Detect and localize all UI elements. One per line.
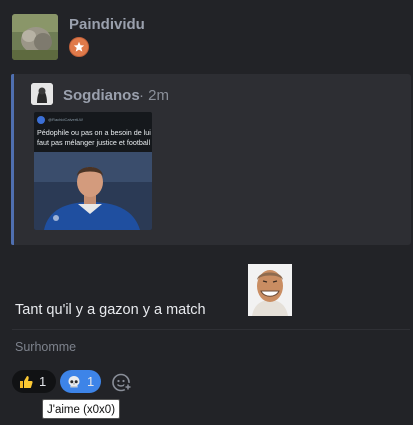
signature-divider bbox=[12, 329, 410, 330]
add-reaction-icon[interactable] bbox=[111, 371, 133, 393]
post-message: Tant qu'il y a gazon y a match bbox=[15, 302, 206, 318]
tweet-avatar bbox=[37, 116, 45, 124]
quoted-post: Sogdianos · 2m @RachidCalvertLW Pédophil… bbox=[11, 74, 411, 245]
quote-timestamp: · 2m bbox=[139, 87, 169, 104]
author-avatar[interactable] bbox=[12, 14, 58, 60]
user-signature: Surhomme bbox=[15, 340, 77, 354]
tweet-header: @RachidCalvertLW bbox=[37, 116, 149, 126]
thumbs-up-count: 1 bbox=[39, 374, 47, 389]
skull-icon bbox=[67, 375, 81, 389]
quote-accent-bar bbox=[11, 74, 14, 245]
tweet-screenshot[interactable]: @RachidCalvertLW Pédophile ou pas on a b… bbox=[34, 112, 152, 230]
author-name[interactable]: Paindividu bbox=[69, 16, 145, 33]
laughing-man-sticker bbox=[248, 264, 292, 316]
tweet-text: Pédophile ou pas on a besoin de lui faut… bbox=[37, 128, 151, 147]
tweet-handle: @RachidCalvertLW bbox=[48, 117, 83, 122]
tweet-photo bbox=[34, 152, 152, 230]
skull-count: 1 bbox=[87, 374, 95, 389]
reaction-tooltip: J'aime (x0x0) bbox=[42, 399, 121, 419]
quote-author-name[interactable]: Sogdianos bbox=[63, 87, 140, 104]
rank-badge-icon bbox=[69, 37, 89, 57]
quote-author-avatar[interactable] bbox=[31, 83, 53, 105]
forum-post: Paindividu Sogdianos · 2m @RachidCalvert… bbox=[0, 0, 413, 425]
reaction-thumbs-up[interactable]: 1 bbox=[12, 370, 56, 393]
thumbs-up-icon bbox=[19, 375, 33, 389]
reaction-skull[interactable]: 1 bbox=[60, 370, 101, 393]
